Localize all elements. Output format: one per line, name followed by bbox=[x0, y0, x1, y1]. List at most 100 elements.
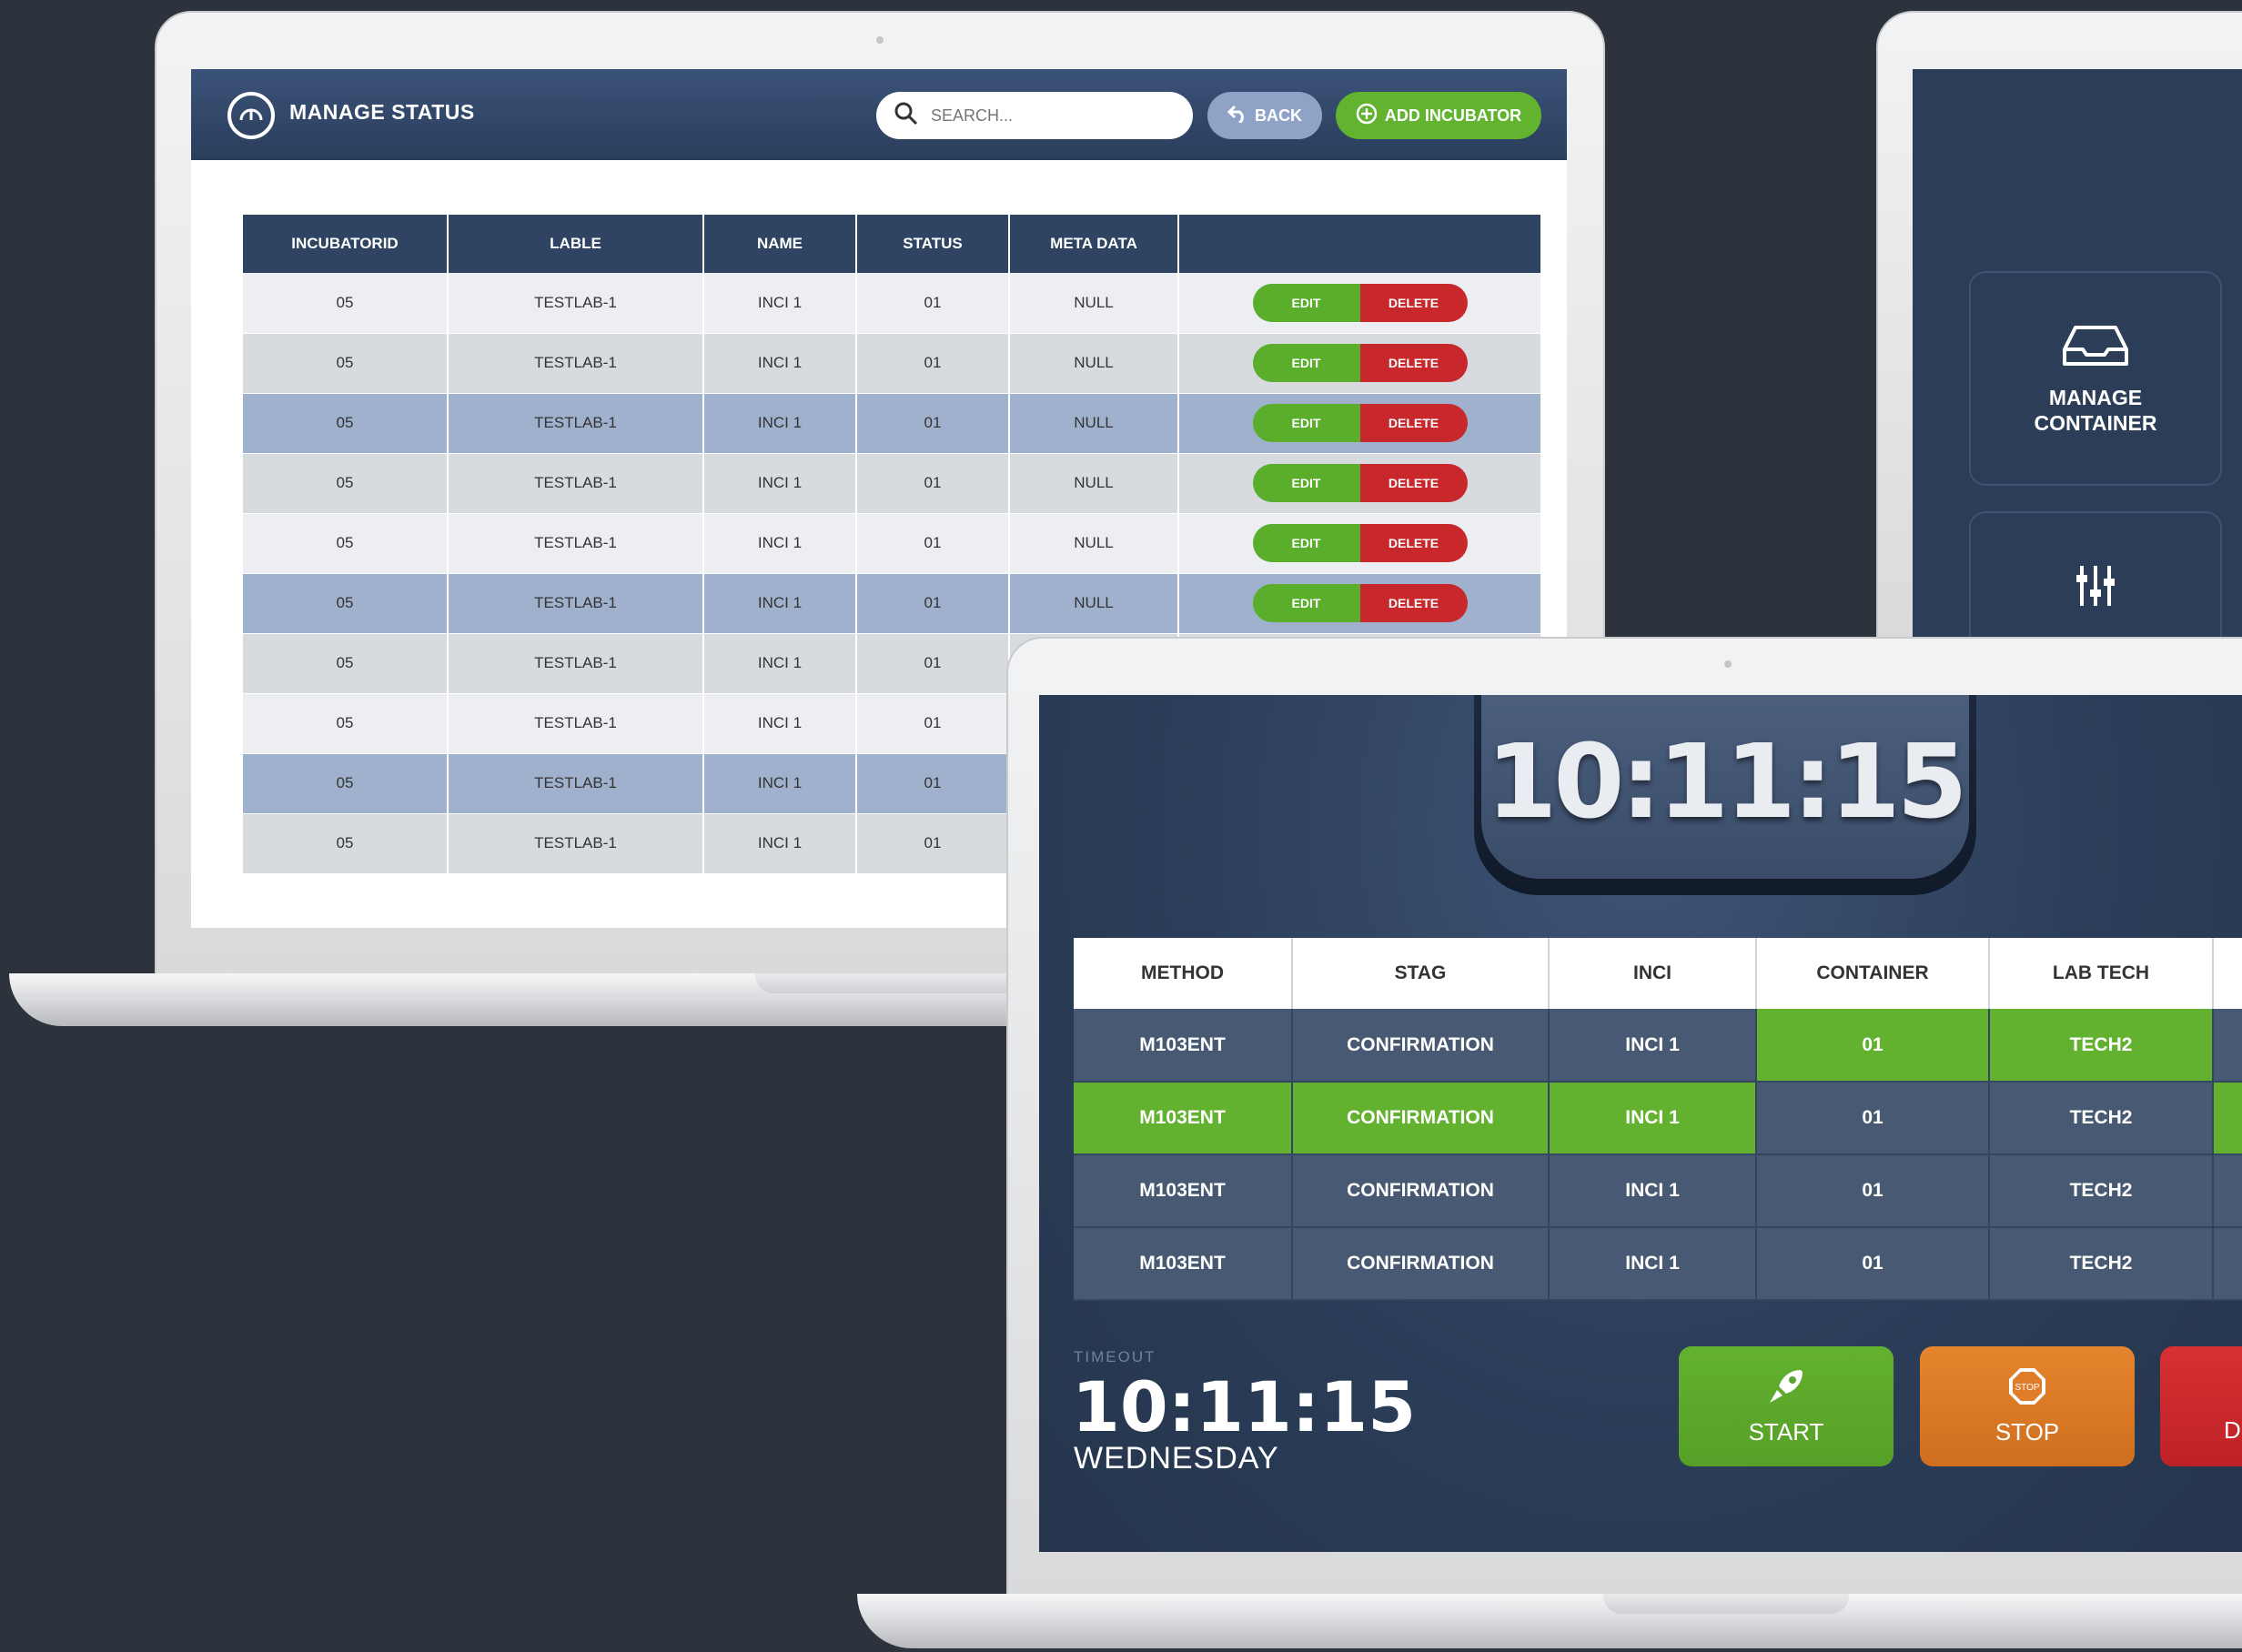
clock-face: 10:11:15 bbox=[1481, 695, 1969, 879]
cell-method: M103ENT bbox=[1074, 1082, 1293, 1155]
back-label: BACK bbox=[1255, 106, 1302, 125]
table-row: 05 TESTLAB-1 INCI 1 01 NULL EDIT DELETE bbox=[243, 273, 1542, 334]
cell-label: TESTLAB-1 bbox=[448, 513, 704, 574]
tile-label-line2: CONTAINER bbox=[2034, 411, 2157, 435]
add-incubator-button[interactable]: ADD INCUBATOR bbox=[1336, 92, 1541, 139]
cell-status: 01 bbox=[856, 753, 1010, 814]
table-row: 05 TESTLAB-1 INCI 1 01 NULL EDIT DELETE bbox=[243, 393, 1542, 454]
start-label: START bbox=[1748, 1418, 1824, 1446]
edit-delete-group: EDIT DELETE bbox=[1252, 524, 1468, 562]
start-button[interactable]: START bbox=[1679, 1346, 1894, 1466]
cell-container: 01 bbox=[1756, 1009, 1990, 1083]
cell-actions: EDIT DELETE bbox=[1178, 573, 1542, 634]
add-incubator-label: ADD INCUBATOR bbox=[1384, 106, 1522, 125]
delete-button[interactable]: DELETE bbox=[1359, 344, 1468, 382]
delete-button[interactable]: DELETE bbox=[1359, 464, 1468, 502]
table-row[interactable]: M103ENT CONFIRMATION INCI 1 01 TECH2 bbox=[1074, 1154, 2242, 1228]
edit-delete-group: EDIT DELETE bbox=[1252, 464, 1468, 502]
settings-tile[interactable] bbox=[1969, 511, 2222, 651]
search-icon bbox=[894, 102, 918, 130]
cell-id: 05 bbox=[243, 513, 449, 574]
clock-display: 10:11:15 bbox=[1474, 695, 1976, 895]
cell-label: TESTLAB-1 bbox=[448, 393, 704, 454]
cell-id: 05 bbox=[243, 333, 449, 394]
cell-actions: EDIT DELETE bbox=[1178, 393, 1542, 454]
cell-extra bbox=[2213, 1082, 2242, 1155]
timeout-day: WEDNESDAY bbox=[1074, 1441, 1279, 1476]
column-header: STAG bbox=[1292, 938, 1550, 1009]
page-title: MANAGE STATUS bbox=[289, 100, 475, 124]
column-header: META DATA bbox=[1009, 215, 1179, 273]
back-button[interactable]: BACK bbox=[1207, 92, 1322, 139]
edit-button[interactable]: EDIT bbox=[1252, 524, 1360, 562]
third-action-button[interactable]: D bbox=[2160, 1346, 2242, 1466]
edit-button[interactable]: EDIT bbox=[1252, 283, 1360, 322]
edit-button[interactable]: EDIT bbox=[1252, 404, 1360, 442]
column-header: INCUBATORID bbox=[243, 215, 449, 273]
cell-lab-tech: TECH2 bbox=[1989, 1154, 2214, 1228]
cell-extra bbox=[2213, 1154, 2242, 1228]
cell-actions: EDIT DELETE bbox=[1178, 333, 1542, 394]
table-row: 05 TESTLAB-1 INCI 1 01 NULL EDIT DELETE bbox=[243, 513, 1542, 574]
cell-extra bbox=[2213, 1009, 2242, 1083]
edit-delete-group: EDIT DELETE bbox=[1252, 344, 1468, 382]
cell-stage: CONFIRMATION bbox=[1292, 1009, 1550, 1083]
cell-label: TESTLAB-1 bbox=[448, 753, 704, 814]
rocket-icon bbox=[1766, 1366, 1806, 1413]
edit-delete-group: EDIT DELETE bbox=[1252, 283, 1468, 322]
column-header: INCI bbox=[1549, 938, 1757, 1009]
column-header: LABLE bbox=[448, 215, 704, 273]
back-arrow-icon bbox=[1227, 105, 1247, 127]
table-row[interactable]: M103ENT CONFIRMATION INCI 1 01 TECH2 bbox=[1074, 1082, 2242, 1155]
search-box[interactable] bbox=[876, 92, 1193, 139]
manage-container-tile[interactable]: MANAGE CONTAINER bbox=[1969, 271, 2222, 486]
edit-delete-group: EDIT DELETE bbox=[1252, 404, 1468, 442]
delete-button[interactable]: DELETE bbox=[1359, 584, 1468, 622]
table-header-row: METHOD STAG INCI CONTAINER LAB TECH bbox=[1074, 938, 2242, 1009]
table-row[interactable]: M103ENT CONFIRMATION INCI 1 01 TECH2 bbox=[1074, 1227, 2242, 1301]
cell-method: M103ENT bbox=[1074, 1154, 1293, 1228]
sliders-icon bbox=[1971, 564, 2220, 612]
laptop-notch bbox=[755, 973, 1028, 993]
cell-container: 01 bbox=[1756, 1082, 1990, 1155]
cell-name: INCI 1 bbox=[703, 273, 857, 334]
cell-id: 05 bbox=[243, 813, 449, 874]
cell-label: TESTLAB-1 bbox=[448, 633, 704, 694]
plus-circle-icon bbox=[1356, 103, 1378, 129]
laptop-base bbox=[857, 1594, 2242, 1648]
stop-sign-icon: STOP bbox=[2007, 1366, 2047, 1413]
cell-name: INCI 1 bbox=[703, 513, 857, 574]
column-header: LAB TECH bbox=[1989, 938, 2214, 1009]
delete-button[interactable]: DELETE bbox=[1359, 404, 1468, 442]
delete-button[interactable]: DELETE bbox=[1359, 524, 1468, 562]
column-header: METHOD bbox=[1074, 938, 1293, 1009]
column-header: STATUS bbox=[856, 215, 1010, 273]
cell-name: INCI 1 bbox=[703, 333, 857, 394]
stop-button[interactable]: STOP STOP bbox=[1920, 1346, 2135, 1466]
cell-status: 01 bbox=[856, 813, 1010, 874]
delete-button[interactable]: DELETE bbox=[1359, 283, 1468, 322]
side-menu-screen: MANAGE CONTAINER bbox=[1913, 69, 2242, 651]
cell-name: INCI 1 bbox=[703, 693, 857, 754]
cell-status: 01 bbox=[856, 693, 1010, 754]
table-header-row: INCUBATORID LABLE NAME STATUS META DATA bbox=[243, 215, 1542, 273]
search-input[interactable] bbox=[931, 106, 1167, 126]
table-row: 05 TESTLAB-1 INCI 1 01 NULL EDIT DELETE bbox=[243, 573, 1542, 634]
cell-stage: CONFIRMATION bbox=[1292, 1082, 1550, 1155]
process-table: METHOD STAG INCI CONTAINER LAB TECH M103… bbox=[1074, 938, 2242, 1301]
cell-name: INCI 1 bbox=[703, 813, 857, 874]
cell-inci: INCI 1 bbox=[1549, 1154, 1757, 1228]
cell-status: 01 bbox=[856, 393, 1010, 454]
edit-button[interactable]: EDIT bbox=[1252, 464, 1360, 502]
cell-label: TESTLAB-1 bbox=[448, 573, 704, 634]
cell-name: INCI 1 bbox=[703, 633, 857, 694]
table-row[interactable]: M103ENT CONFIRMATION INCI 1 01 TECH2 bbox=[1074, 1009, 2242, 1083]
timeout-time: 10:11:15 bbox=[1072, 1366, 1417, 1447]
cell-inci: INCI 1 bbox=[1549, 1009, 1757, 1083]
cell-id: 05 bbox=[243, 753, 449, 814]
cell-meta: NULL bbox=[1009, 333, 1179, 394]
cell-container: 01 bbox=[1756, 1227, 1990, 1301]
cell-id: 05 bbox=[243, 393, 449, 454]
edit-button[interactable]: EDIT bbox=[1252, 584, 1360, 622]
edit-button[interactable]: EDIT bbox=[1252, 344, 1360, 382]
